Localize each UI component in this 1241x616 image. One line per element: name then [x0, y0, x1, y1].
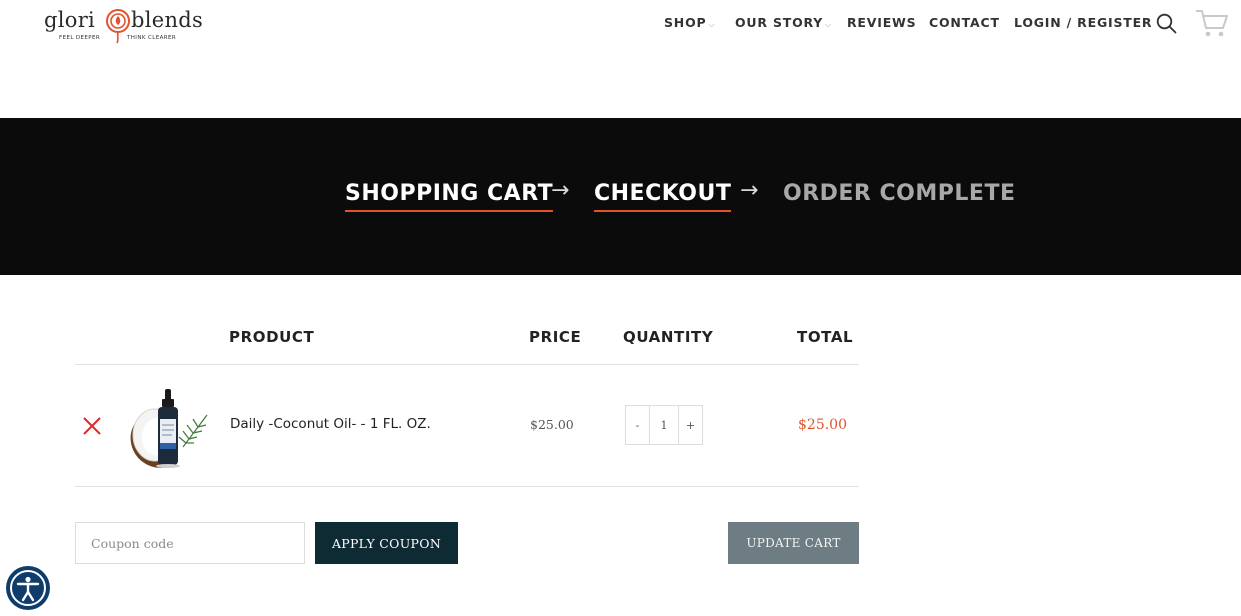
arrow-right-icon: →	[551, 178, 570, 203]
column-header-product: PRODUCT	[229, 328, 315, 346]
accessibility-icon	[10, 570, 46, 606]
arrow-right-icon: →	[740, 178, 759, 203]
coupon-code-input[interactable]	[75, 522, 305, 564]
quantity-stepper: - 1 +	[625, 405, 703, 445]
nav-item-shop[interactable]: SHOP ⌵	[664, 15, 715, 30]
site-header: glori blends FEEL DEEPER THINK CLEARER S…	[0, 0, 1241, 118]
line-total: $25.00	[798, 417, 847, 433]
nav-item-our-story[interactable]: OUR STORY ⌵	[735, 15, 832, 30]
quantity-increase-button[interactable]: +	[678, 406, 702, 444]
remove-item-icon[interactable]	[82, 416, 102, 436]
apply-coupon-button[interactable]: APPLY COUPON	[315, 522, 458, 564]
chevron-down-icon: ⌵	[825, 20, 832, 29]
cart-icon[interactable]	[1195, 8, 1229, 38]
nav-our-story-label: OUR STORY	[735, 15, 824, 30]
search-icon[interactable]	[1156, 13, 1177, 34]
table-divider	[75, 364, 859, 365]
quantity-decrease-button[interactable]: -	[626, 406, 650, 444]
product-thumbnail[interactable]	[125, 385, 210, 470]
nav-shop-label: SHOP	[664, 15, 707, 30]
chevron-down-icon: ⌵	[708, 20, 716, 29]
product-name-link[interactable]: Daily -Coconut Oil- - 1 FL. OZ.	[230, 416, 431, 432]
accessibility-button[interactable]	[6, 566, 50, 610]
brand-tagline-right: THINK CLEARER	[127, 35, 177, 41]
quantity-input[interactable]: 1	[650, 406, 678, 444]
nav-reviews-label: REVIEWS	[847, 15, 917, 30]
brand-name-right: blends	[131, 8, 204, 32]
column-header-price: PRICE	[529, 328, 582, 346]
nav-contact-label: CONTACT	[929, 15, 1000, 30]
table-divider	[75, 486, 859, 487]
step-shopping-cart[interactable]: SHOPPING CART	[345, 181, 554, 212]
column-header-quantity: QUANTITY	[623, 328, 714, 346]
nav-login-register-label: LOGIN / REGISTER	[1014, 15, 1153, 30]
nav-item-reviews[interactable]: REVIEWS	[847, 15, 916, 30]
step-order-complete: ORDER COMPLETE	[783, 181, 1016, 206]
nav-item-login-register[interactable]: LOGIN / REGISTER	[1014, 15, 1152, 30]
update-cart-button[interactable]: UPDATE CART	[728, 522, 859, 564]
column-header-total: TOTAL	[797, 328, 854, 346]
nav-item-contact[interactable]: CONTACT	[929, 15, 1000, 30]
step-checkout[interactable]: CHECKOUT	[594, 181, 732, 212]
brand-tagline-left: FEEL DEEPER	[59, 35, 101, 41]
product-price: $25.00	[530, 417, 574, 432]
brand-logo[interactable]: glori blends FEEL DEEPER THINK CLEARER	[44, 4, 204, 44]
brand-name-left: glori	[44, 8, 96, 32]
